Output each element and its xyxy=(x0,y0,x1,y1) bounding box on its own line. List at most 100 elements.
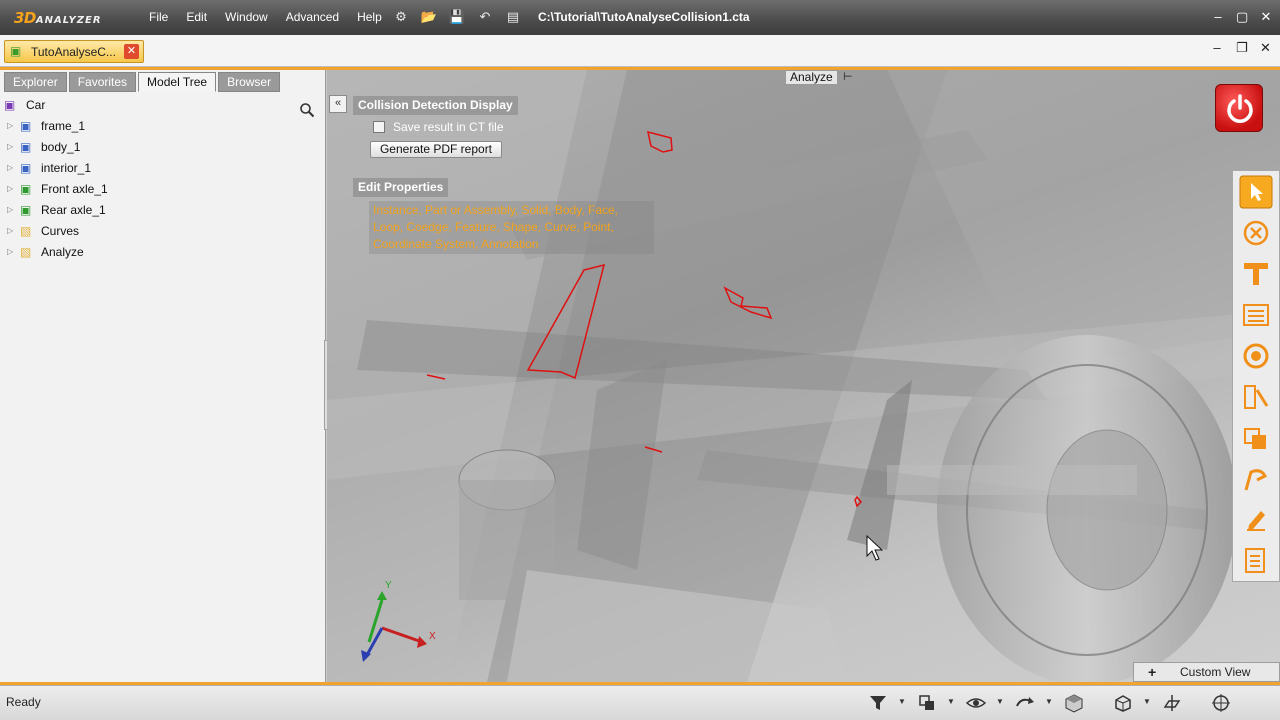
tree-item-curves[interactable]: ▷ ▧ Curves xyxy=(0,220,325,241)
menu-edit[interactable]: Edit xyxy=(177,10,216,24)
tree-item-frame[interactable]: ▷ ▣ frame_1 xyxy=(0,115,325,136)
tree-item-interior[interactable]: ▷ ▣ interior_1 xyxy=(0,157,325,178)
analyze-tab[interactable]: Analyze xyxy=(785,70,838,85)
tree-item-body[interactable]: ▷ ▣ body_1 xyxy=(0,136,325,157)
custom-view-label: Custom View xyxy=(1180,665,1251,679)
expand-icon[interactable]: ▷ xyxy=(7,247,13,256)
document-tab[interactable]: ▣ TutoAnalyseC... ✕ xyxy=(4,40,144,63)
menu-window[interactable]: Window xyxy=(216,10,277,24)
tree-item-car[interactable]: ▣ Car xyxy=(0,94,325,115)
part-icon: ▣ xyxy=(20,160,32,175)
save-result-checkbox[interactable]: Save result in CT file xyxy=(373,120,504,134)
car-model-render: X Y xyxy=(327,70,1280,682)
tab-explorer[interactable]: Explorer xyxy=(4,72,67,92)
doc-minimize-icon[interactable]: – xyxy=(1212,40,1222,56)
plus-icon: + xyxy=(1148,664,1157,680)
edit-icon[interactable] xyxy=(1239,503,1273,537)
expand-icon[interactable]: ▷ xyxy=(7,121,13,130)
assembly-icon: ▣ xyxy=(10,44,22,58)
menu-help[interactable]: Help xyxy=(348,10,391,24)
checkbox-box[interactable] xyxy=(373,121,385,133)
tree-item-label: Curves xyxy=(41,223,80,238)
assembly-icon: ▣ xyxy=(20,202,32,217)
part-icon: ▣ xyxy=(20,118,32,133)
save-icon[interactable]: 💾 xyxy=(448,9,466,25)
window-controls: – ▢ ✕ xyxy=(1212,8,1272,26)
measure-icon[interactable] xyxy=(1239,257,1273,291)
tree-item-rear-axle[interactable]: ▷ ▣ Rear axle_1 xyxy=(0,199,325,220)
render-mode-icon[interactable] xyxy=(1064,693,1113,713)
open-folder-icon[interactable]: 📂 xyxy=(420,9,438,25)
doc-restore-icon[interactable]: ❐ xyxy=(1236,40,1248,56)
list-icon[interactable] xyxy=(1239,298,1273,332)
generate-pdf-button[interactable]: Generate PDF report xyxy=(370,141,502,158)
close-icon[interactable]: ✕ xyxy=(1260,8,1272,26)
clearance-icon[interactable] xyxy=(1239,339,1273,373)
power-icon xyxy=(1227,94,1253,123)
status-toolbar: ▼ ▼ ▼ ▼ ▼ xyxy=(868,693,1260,713)
analysis-toolstrip xyxy=(1232,170,1280,582)
document-tab-label: TutoAnalyseC... xyxy=(31,44,116,59)
filter-icon[interactable]: ▼ xyxy=(868,693,917,713)
menu-bar: File Edit Window Advanced Help xyxy=(140,10,391,24)
edit-properties-title: Edit Properties xyxy=(353,178,449,197)
assembly-icon: ▣ xyxy=(20,181,32,196)
axis-x-label: X xyxy=(429,631,436,642)
tree-item-label: Front axle_1 xyxy=(41,181,108,196)
tab-favorites[interactable]: Favorites xyxy=(68,72,137,92)
app-logo: 3DANALYZER xyxy=(14,9,102,27)
cancel-icon[interactable] xyxy=(1239,216,1273,250)
doc-close-icon[interactable]: ✕ xyxy=(1260,40,1271,56)
title-bar: 3DANALYZER File Edit Window Advanced Hel… xyxy=(0,0,1280,35)
tab-browser[interactable]: Browser xyxy=(218,72,281,92)
document-tab-bar: ▣ TutoAnalyseC... ✕ – ❐ ✕ xyxy=(0,35,1280,67)
tab-model-tree[interactable]: Model Tree xyxy=(138,72,217,92)
edit-properties-list[interactable]: Instance, Part or Assembly, Solid, Body,… xyxy=(369,201,654,254)
pin-icon[interactable]: ⊢ xyxy=(843,70,853,83)
expand-icon[interactable]: ▷ xyxy=(7,205,13,214)
tree-item-analyze[interactable]: ▷ ▧ Analyze xyxy=(0,241,325,262)
quick-toolbar: ⚙ 📂 💾 ↶ ▤ xyxy=(392,9,522,25)
exit-mode-button[interactable] xyxy=(1215,84,1263,132)
tree-item-label: Car xyxy=(26,97,46,112)
expand-icon[interactable]: ▷ xyxy=(7,142,13,151)
minimize-icon[interactable]: – xyxy=(1212,8,1224,26)
target-icon[interactable] xyxy=(1211,693,1260,713)
tree-item-label: body_1 xyxy=(41,139,81,154)
axis-y-label: Y xyxy=(385,580,392,591)
menu-advanced[interactable]: Advanced xyxy=(277,10,348,24)
custom-view-button[interactable]: + Custom View xyxy=(1133,662,1280,682)
analyze-tool-icon[interactable] xyxy=(1239,380,1273,414)
status-bar: Ready ▼ ▼ ▼ ▼ ▼ xyxy=(0,685,1280,720)
expand-icon[interactable]: ▷ xyxy=(7,184,13,193)
view-cube-icon[interactable]: ▼ xyxy=(1113,693,1162,713)
undo-icon[interactable]: ↶ xyxy=(476,9,494,25)
close-tab-icon[interactable]: ✕ xyxy=(124,44,139,59)
report-icon[interactable] xyxy=(1239,544,1273,578)
tree-item-label: Rear axle_1 xyxy=(41,202,106,217)
selection-mode-icon[interactable]: ▼ xyxy=(917,693,966,713)
collapse-panel-button[interactable]: « xyxy=(329,95,347,113)
compare-icon[interactable] xyxy=(1239,421,1273,455)
document-icon[interactable]: ▤ xyxy=(504,9,522,25)
settings-icon[interactable]: ⚙ xyxy=(392,9,410,25)
expand-icon[interactable]: ▷ xyxy=(7,163,13,172)
select-icon[interactable] xyxy=(1239,175,1273,209)
maximize-icon[interactable]: ▢ xyxy=(1236,8,1248,26)
document-window-controls: – ❐ ✕ xyxy=(1212,40,1271,56)
tree-item-label: Analyze xyxy=(41,244,84,259)
tree-item-front-axle[interactable]: ▷ ▣ Front axle_1 xyxy=(0,178,325,199)
menu-file[interactable]: File xyxy=(140,10,177,24)
model-tree: ▣ Car ▷ ▣ frame_1 ▷ ▣ body_1 ▷ ▣ interio… xyxy=(0,94,325,262)
expand-icon[interactable]: ▷ xyxy=(7,226,13,235)
collision-detection-title: Collision Detection Display xyxy=(353,96,518,115)
window-title-path: C:\Tutorial\TutoAnalyseCollision1.cta xyxy=(538,10,750,24)
status-text: Ready xyxy=(6,695,41,709)
markup-icon[interactable] xyxy=(1239,462,1273,496)
section-plane-icon[interactable] xyxy=(1162,693,1211,713)
assembly-root-icon: ▣ xyxy=(4,97,16,112)
part-icon: ▣ xyxy=(20,139,32,154)
3d-viewport[interactable]: X Y « Collision Detection Display Save r… xyxy=(327,70,1280,682)
navigation-icon[interactable]: ▼ xyxy=(1015,693,1064,713)
visibility-icon[interactable]: ▼ xyxy=(966,693,1015,713)
